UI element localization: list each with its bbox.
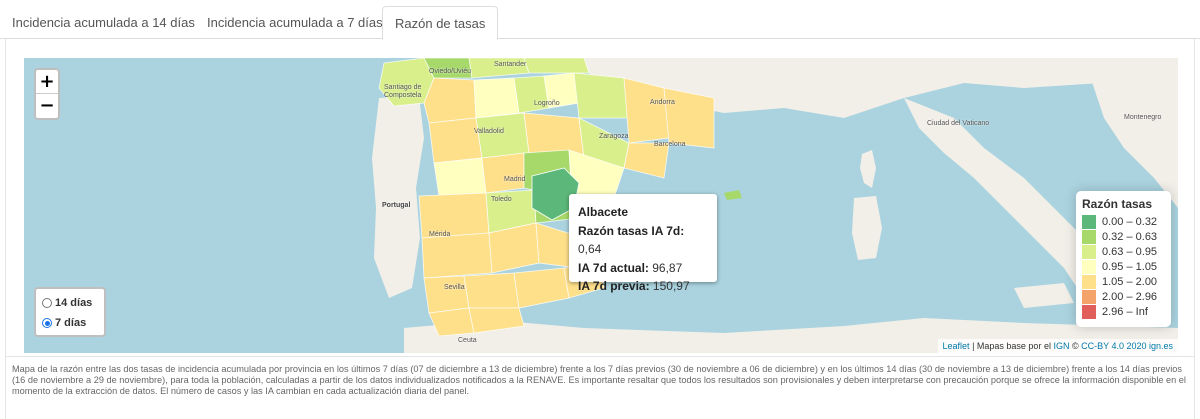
caption-divider: [5, 356, 1195, 357]
map-attribution: Leaflet | Mapas base por el IGN © CC-BY …: [937, 339, 1178, 353]
tooltip-previous-value: 150,97: [652, 279, 690, 293]
period-selector: 14 días 7 días: [34, 287, 106, 337]
tab-incidencia-7[interactable]: Incidencia acumulada a 7 días: [195, 6, 395, 39]
place-label-toledo: Toledo: [491, 196, 512, 203]
radio-option-7-dias[interactable]: 7 días: [42, 313, 98, 333]
place-label-andorra: Andorra: [650, 99, 675, 106]
sardinia-land: [852, 196, 882, 260]
tab-incidencia-14[interactable]: Incidencia acumulada a 14 días: [0, 6, 207, 39]
legend-label: 1.05 – 2.00: [1102, 275, 1158, 288]
legend-label: 0.00 – 0.32: [1102, 215, 1158, 228]
place-label-merida: Mérida: [429, 231, 451, 238]
place-label-portugal: Portugal: [382, 202, 411, 209]
place-label-montenegro: Montenegro: [1124, 114, 1162, 121]
zoom-control: + −: [34, 68, 60, 120]
attribution-text: | Mapas base por el: [969, 341, 1054, 351]
legend-item: 0.32 – 0.63: [1082, 229, 1165, 244]
legend-title: Razón tasas: [1082, 197, 1153, 211]
radio-label-14-dias: 14 días: [55, 297, 93, 309]
place-label-ceuta: Ceuta: [458, 337, 477, 344]
tab-razon-tasas[interactable]: Razón de tasas: [382, 6, 499, 40]
zoom-out-button[interactable]: −: [36, 94, 58, 118]
place-label-sevilla: Sevilla: [444, 284, 465, 291]
legend-item: 0.95 – 1.05: [1082, 259, 1165, 274]
legend-swatch: [1082, 244, 1096, 259]
tooltip-previous-label: IA 7d previa:: [578, 279, 650, 293]
place-label-santiago: Santiago de Compostela: [384, 84, 422, 99]
place-label-barcelona: Barcelona: [654, 141, 686, 148]
sicily-land: [1014, 283, 1074, 308]
ign-link[interactable]: IGN: [1053, 341, 1069, 351]
place-label-santander: Santander: [494, 61, 527, 68]
attribution-copyright: ©: [1069, 341, 1082, 351]
legend-label: 2.96 – Inf: [1102, 305, 1148, 318]
license-link[interactable]: CC-BY 4.0 2020 ign.es: [1081, 341, 1173, 351]
map-legend: Razón tasas 0.00 – 0.32 0.32 – 0.63 0.63…: [1076, 191, 1171, 327]
legend-item: 0.63 – 0.95: [1082, 244, 1165, 259]
place-label-oviedo: Oviedo/Uviéu: [429, 68, 472, 75]
tab-bar: Incidencia acumulada a 14 días Incidenci…: [0, 0, 1200, 40]
radio-7-dias[interactable]: [42, 318, 52, 328]
radio-option-14-dias[interactable]: 14 días: [42, 293, 98, 313]
place-label-logrono: Logroño: [534, 100, 560, 107]
legend-label: 0.95 – 1.05: [1102, 260, 1158, 273]
legend-swatch: [1082, 229, 1096, 244]
tooltip-province-name: Albacete: [578, 205, 629, 219]
radio-14-dias[interactable]: [42, 298, 52, 308]
legend-item: 2.96 – Inf: [1082, 304, 1165, 319]
legend-swatch: [1082, 274, 1096, 289]
tooltip-current-value: 96,87: [652, 260, 683, 275]
legend-item: 2.00 – 2.96: [1082, 289, 1165, 304]
corsica-land: [860, 150, 876, 188]
map-caption: Mapa de la razón entre las dos tasas de …: [12, 364, 1186, 396]
legend-label: 0.63 – 0.95: [1102, 245, 1158, 258]
map-container[interactable]: Santander Oviedo/Uviéu Santiago de Compo…: [24, 58, 1178, 353]
balkans-land: [1084, 58, 1178, 208]
balearic-islands: [724, 190, 742, 200]
legend-label: 2.00 – 2.96: [1102, 290, 1158, 303]
leaflet-link[interactable]: Leaflet: [943, 341, 970, 351]
portugal-land: [372, 96, 424, 298]
tooltip-current-label: IA 7d actual:: [578, 260, 649, 275]
place-label-zaragoza: Zaragoza: [599, 133, 629, 140]
legend-item: 0.00 – 0.32: [1082, 214, 1165, 229]
legend-swatch: [1082, 304, 1096, 319]
tooltip-ratio-value: 0,64: [578, 242, 602, 256]
zoom-in-button[interactable]: +: [36, 70, 58, 94]
province-tooltip: Albacete Razón tasas IA 7d: 0,64 IA 7d a…: [569, 194, 717, 293]
place-label-vaticano: Ciudad del Vaticano: [927, 120, 990, 127]
place-label-valladolid: Valladolid: [474, 128, 504, 135]
radio-label-7-dias: 7 días: [55, 317, 87, 329]
legend-swatch: [1082, 259, 1096, 274]
legend-swatch: [1082, 289, 1096, 304]
legend-label: 0.32 – 0.63: [1102, 230, 1158, 243]
place-label-madrid: Madrid: [504, 176, 526, 183]
legend-swatch: [1082, 214, 1096, 229]
tooltip-ratio-label: Razón tasas IA 7d:: [578, 223, 685, 238]
legend-item: 1.05 – 2.00: [1082, 274, 1165, 289]
